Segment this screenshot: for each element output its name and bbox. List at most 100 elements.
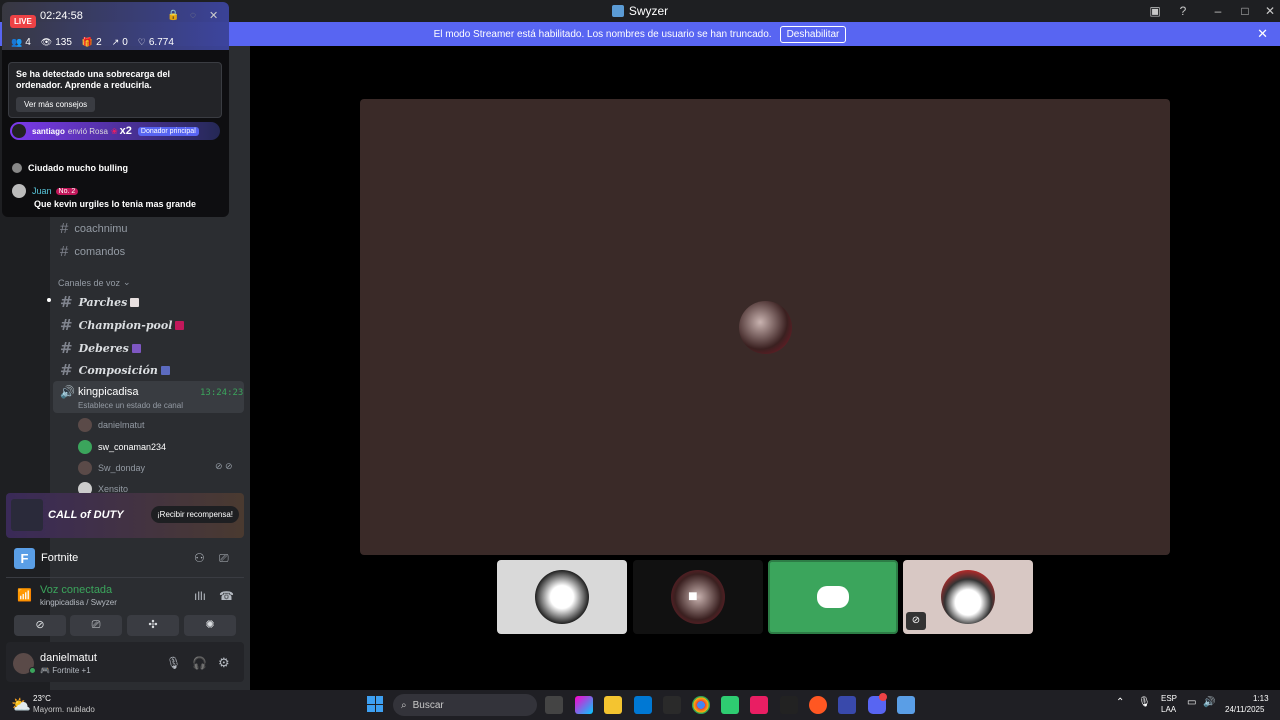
soundboard-button[interactable]: ✺	[184, 615, 236, 636]
add-friend-icon[interactable]: ⚇	[194, 551, 205, 565]
headphones-icon[interactable]: 🎧	[192, 656, 207, 670]
viewers-stat: 👁 135	[40, 37, 72, 48]
channel-comandos[interactable]: # comandos	[60, 243, 125, 260]
username[interactable]: danielmatut	[40, 652, 97, 664]
search-icon: ⌕	[401, 699, 407, 711]
file-explorer-icon[interactable]	[604, 696, 622, 714]
unread-dot	[47, 298, 51, 302]
channel-deberes[interactable]: # Deberes	[60, 339, 141, 357]
disconnect-icon[interactable]: ☎	[219, 589, 234, 603]
share-icon: ↗	[111, 37, 120, 47]
weather-desc: Mayorm. nublado	[33, 705, 95, 714]
users-icon: 👥	[11, 37, 23, 47]
live-timer: 02:24:58	[40, 10, 83, 22]
maximize-button[interactable]: □	[1237, 3, 1253, 19]
close-icon[interactable]: ✕	[1257, 26, 1268, 42]
channel-status-text[interactable]: Establece un estado de canal	[78, 401, 183, 410]
voice-member[interactable]: sw_conaman234	[78, 440, 166, 454]
fortnite-taskbar-icon[interactable]	[897, 696, 915, 714]
keyboard-layout[interactable]: LAA	[1161, 705, 1176, 714]
channel-parches[interactable]: # Parches	[60, 293, 140, 311]
app-icon[interactable]	[838, 696, 856, 714]
avatar	[12, 163, 22, 173]
participant-tile[interactable]	[497, 560, 627, 634]
microphone-icon[interactable]: 🎙	[166, 656, 181, 670]
avatar	[78, 461, 92, 475]
video-camera-icon: ■	[688, 588, 698, 605]
screen-share-button[interactable]: ⎚	[70, 615, 122, 636]
participant-tile[interactable]: ■	[633, 560, 763, 634]
copilot-icon[interactable]	[575, 696, 593, 714]
avatar	[78, 440, 92, 454]
help-icon[interactable]: ?	[1175, 3, 1191, 19]
settings-gear-icon[interactable]: ⚙	[218, 655, 230, 671]
promo-thumbnail	[11, 499, 43, 531]
epic-games-icon[interactable]	[663, 696, 681, 714]
windows-start-icon[interactable]	[367, 696, 383, 712]
deafened-icon: ⊘	[906, 612, 926, 630]
channel-champion-pool[interactable]: # Champion-pool	[60, 316, 185, 334]
voice-member[interactable]: danielmatut	[78, 418, 145, 432]
chrome-icon[interactable]	[692, 696, 710, 714]
claim-reward-button[interactable]: ¡Recibir recompensa!	[151, 506, 240, 523]
voice-channels-header[interactable]: Canales de voz ⌄	[58, 277, 131, 288]
close-window-button[interactable]: ✕	[1262, 3, 1278, 19]
clock-date[interactable]: 24/11/2025	[1225, 705, 1264, 714]
search-box[interactable]: ⌕ Buscar	[393, 694, 537, 716]
hash-icon: #	[60, 293, 73, 311]
chevron-up-icon[interactable]: ⌃	[1116, 697, 1124, 708]
heart-icon: ♡	[137, 37, 146, 47]
hash-icon: #	[60, 361, 73, 379]
more-tips-button[interactable]: Ver más consejos	[16, 97, 96, 112]
volume-icon[interactable]: 🔊	[1203, 697, 1215, 708]
chat-message: Ciudado mucho bulling	[12, 163, 128, 173]
app-icon[interactable]	[721, 696, 739, 714]
microphone-tray-icon[interactable]: 🎙	[1138, 697, 1151, 708]
minimize-button[interactable]: –	[1210, 3, 1226, 19]
channel-composicion[interactable]: # Composición	[60, 361, 170, 379]
activities-button[interactable]: ✣	[127, 615, 179, 636]
task-view-icon[interactable]	[545, 696, 563, 714]
clock-time[interactable]: 1:13	[1253, 694, 1269, 703]
voice-channel-timer: 13:24:23	[200, 388, 244, 398]
language-code[interactable]: ESP	[1161, 694, 1177, 703]
user-activity: 🎮 Fortnite +1	[40, 666, 91, 675]
participant-tile-speaking[interactable]	[768, 560, 898, 634]
rank-badge: No. 2	[55, 187, 79, 195]
online-status-icon	[29, 667, 36, 674]
camera-off-button[interactable]: ⊘	[14, 615, 66, 636]
noise-suppression-icon[interactable]: ıllı	[194, 589, 206, 603]
screen-share-icon[interactable]: ▣	[1147, 3, 1163, 19]
top-donor-badge: Donador principal	[137, 126, 199, 136]
disable-streamer-button[interactable]: Deshabilitar	[779, 25, 847, 43]
notification-badge	[879, 693, 887, 701]
avatar	[941, 570, 995, 624]
users-stat: 👥 4	[11, 37, 31, 48]
voice-channel-name: kingpicadisa	[78, 386, 139, 398]
participant-tile[interactable]: ⊘	[903, 560, 1033, 634]
hash-icon: #	[60, 243, 69, 260]
hash-icon: #	[60, 339, 73, 357]
weather-temp: 23°C	[33, 694, 51, 703]
gamepad-icon: 🎮	[40, 666, 53, 675]
lock-icon[interactable]: 🔒	[167, 10, 179, 21]
store-icon[interactable]	[634, 696, 652, 714]
promo-game-title: CALL of DUTY	[48, 509, 124, 521]
brave-icon[interactable]	[809, 696, 827, 714]
connection-signal-icon: 📶	[17, 588, 32, 602]
tiktok-icon[interactable]	[750, 696, 768, 714]
fortnite-icon: F	[14, 548, 35, 569]
channel-coachnimu[interactable]: # coachnimu	[60, 220, 128, 237]
app-title: Swyzer	[628, 4, 669, 18]
hash-icon: #	[60, 316, 73, 334]
hash-icon: #	[60, 220, 69, 237]
voice-location: kingpicadisa / Swyzer	[40, 598, 117, 607]
voice-member[interactable]: Sw_donday	[78, 461, 145, 475]
capcut-icon[interactable]	[780, 696, 798, 714]
weather-icon[interactable]: ⛅	[11, 695, 31, 715]
voice-status[interactable]: Voz conectada	[40, 584, 112, 596]
network-icon[interactable]: ▭	[1187, 697, 1196, 708]
stream-icon[interactable]: ⎚	[219, 551, 229, 566]
chevron-down-icon: ⌄	[123, 277, 131, 287]
close-overlay-icon[interactable]: ✕	[209, 9, 218, 22]
